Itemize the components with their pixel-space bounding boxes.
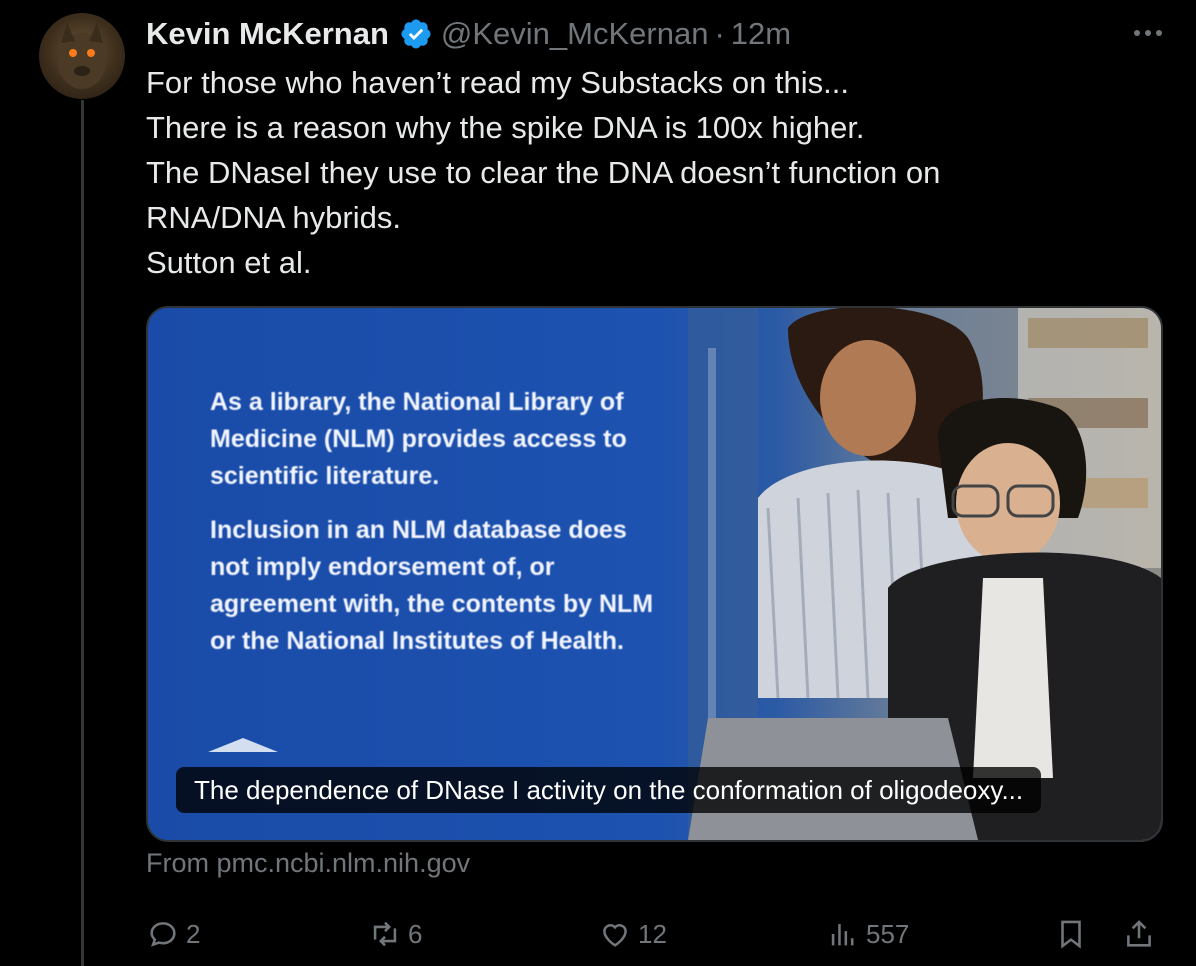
views-button[interactable]: 557	[826, 912, 909, 956]
views-icon	[831, 924, 854, 946]
reply-count: 2	[186, 918, 201, 949]
share-icon	[1127, 920, 1151, 947]
action-bar: 2 6 12 557	[146, 912, 1166, 956]
reply-icon	[150, 922, 176, 947]
separator-dot: ·	[714, 16, 725, 51]
card-image-text: As a library, the National Library of Me…	[210, 384, 670, 677]
like-icon	[603, 924, 627, 947]
reply-button[interactable]: 2	[146, 912, 200, 956]
repost-count: 6	[408, 918, 423, 949]
views-count: 557	[866, 918, 910, 949]
tweet-text: For those who haven’t read my Substacks …	[146, 60, 1146, 285]
avatar[interactable]	[39, 13, 125, 99]
like-button[interactable]: 12	[598, 912, 667, 956]
card-image-paragraph: Inclusion in an NLM database does not im…	[210, 516, 654, 655]
card-image-paragraph: As a library, the National Library of Me…	[210, 388, 627, 490]
thread-line	[81, 100, 84, 966]
tweet-line: RNA/DNA hybrids.	[146, 200, 401, 235]
more-icon[interactable]	[1128, 18, 1168, 48]
repost-icon	[373, 921, 397, 947]
bookmark-icon	[1061, 920, 1081, 949]
author-name[interactable]: Kevin McKernan	[146, 16, 389, 52]
tweet-line: There is a reason why the spike DNA is 1…	[146, 110, 865, 145]
tweet-line: For those who haven’t read my Substacks …	[146, 65, 850, 100]
card-title[interactable]: The dependence of DNase I activity on th…	[176, 767, 1042, 813]
verified-badge-icon[interactable]	[399, 17, 433, 51]
timestamp[interactable]: 12m	[731, 16, 791, 52]
card-source[interactable]: From pmc.ncbi.nlm.nih.gov	[146, 848, 470, 879]
author-handle[interactable]: @Kevin_McKernan	[441, 16, 709, 52]
tweet-header: Kevin McKernan @Kevin_McKernan · 12m	[146, 14, 791, 54]
like-count: 12	[638, 918, 667, 949]
bookmark-button[interactable]	[1054, 912, 1094, 956]
share-button[interactable]	[1122, 912, 1162, 956]
tweet-line: Sutton et al.	[146, 245, 312, 280]
link-card[interactable]: As a library, the National Library of Me…	[146, 306, 1163, 842]
tweet-line: The DNaseI they use to clear the DNA doe…	[146, 155, 941, 190]
repost-button[interactable]: 6	[368, 912, 422, 956]
